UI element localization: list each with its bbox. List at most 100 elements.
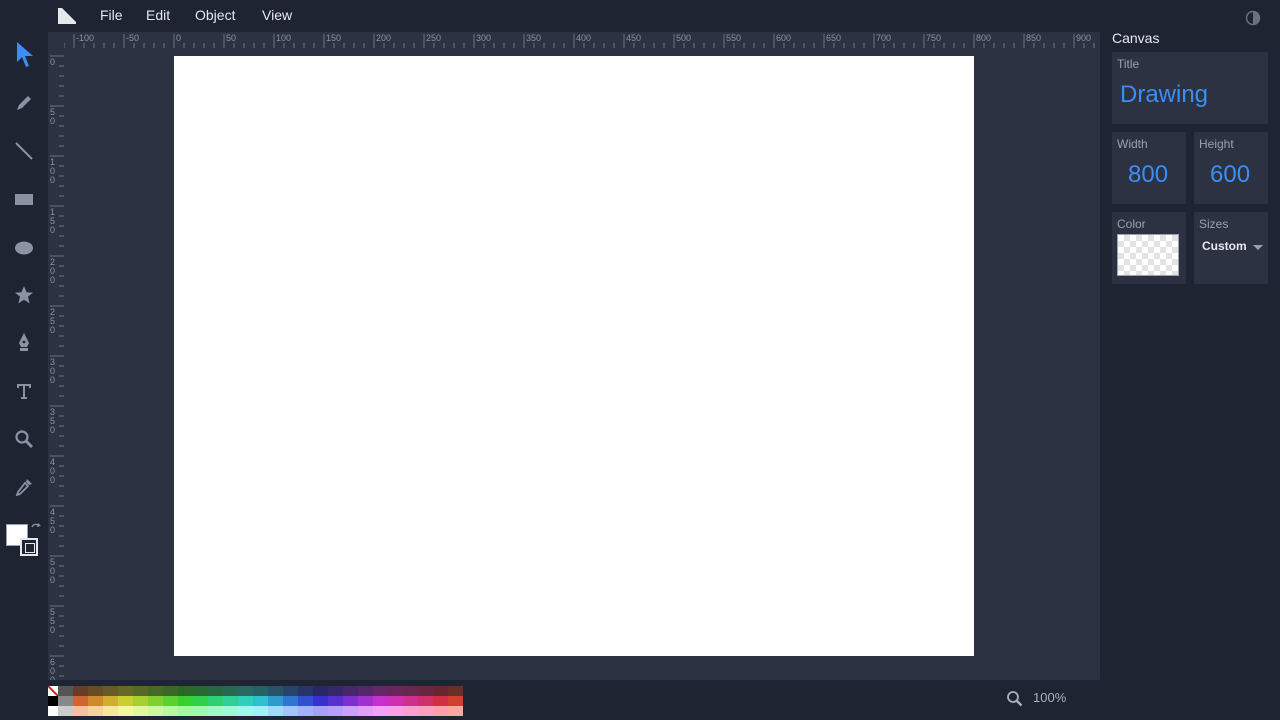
star-tool[interactable]	[10, 281, 38, 309]
zoom-value[interactable]: 100%	[1033, 690, 1066, 705]
palette-swatch[interactable]	[88, 706, 103, 716]
palette-swatch[interactable]	[193, 686, 208, 696]
palette-swatch[interactable]	[343, 706, 358, 716]
palette-swatch[interactable]	[373, 686, 388, 696]
palette-swatch[interactable]	[133, 706, 148, 716]
eyedropper-tool[interactable]	[10, 473, 38, 501]
palette-swatch[interactable]	[358, 686, 373, 696]
palette-swatch[interactable]	[343, 686, 358, 696]
palette-swatch[interactable]	[238, 706, 253, 716]
color-field[interactable]: Color	[1112, 212, 1186, 284]
title-value[interactable]: Drawing	[1120, 81, 1208, 109]
sizes-field[interactable]: Sizes Custom	[1194, 212, 1268, 284]
rectangle-tool[interactable]	[10, 186, 38, 214]
palette-swatch-grid[interactable]	[58, 686, 463, 716]
palette-swatch[interactable]	[163, 696, 178, 706]
palette-swatch[interactable]	[103, 686, 118, 696]
palette-swatch[interactable]	[388, 696, 403, 706]
palette-swatch[interactable]	[283, 706, 298, 716]
palette-swatch[interactable]	[73, 686, 88, 696]
palette-swatch[interactable]	[403, 686, 418, 696]
palette-swatch[interactable]	[268, 686, 283, 696]
menu-object[interactable]: Object	[195, 7, 235, 23]
palette-swatch[interactable]	[313, 706, 328, 716]
select-tool[interactable]	[10, 40, 38, 68]
ellipse-tool[interactable]	[10, 234, 38, 262]
palette-swatch[interactable]	[253, 706, 268, 716]
stroke-color-swatch[interactable]	[20, 538, 38, 556]
palette-swatch[interactable]	[433, 686, 448, 696]
workarea[interactable]: -100 -50 0 50 100 150 200 250 300 350 400 450 500 550…	[48, 32, 1100, 680]
pen-tool[interactable]	[10, 328, 38, 356]
menu-edit[interactable]: Edit	[146, 7, 170, 23]
palette-swatch[interactable]	[283, 686, 298, 696]
palette-swatch[interactable]	[268, 696, 283, 706]
palette-swatch[interactable]	[358, 696, 373, 706]
palette-swatch[interactable]	[238, 696, 253, 706]
palette-swatch[interactable]	[418, 696, 433, 706]
palette-swatch[interactable]	[328, 706, 343, 716]
palette-swatch[interactable]	[208, 696, 223, 706]
palette-swatch[interactable]	[418, 706, 433, 716]
palette-swatch[interactable]	[388, 686, 403, 696]
chevron-down-icon[interactable]	[1253, 245, 1263, 250]
palette-swatch[interactable]	[418, 686, 433, 696]
palette-swatch[interactable]	[373, 706, 388, 716]
palette-swatch[interactable]	[253, 696, 268, 706]
palette-swatch[interactable]	[178, 686, 193, 696]
height-value[interactable]: 600	[1210, 161, 1250, 189]
palette-swatch[interactable]	[103, 696, 118, 706]
width-value[interactable]: 800	[1128, 161, 1168, 189]
palette-swatch[interactable]	[448, 706, 463, 716]
palette-swatch[interactable]	[178, 696, 193, 706]
palette-swatch[interactable]	[433, 706, 448, 716]
canvas-color-preview[interactable]	[1117, 234, 1179, 276]
line-tool[interactable]	[10, 137, 38, 165]
palette-swatch[interactable]	[148, 696, 163, 706]
palette-swatch[interactable]	[148, 706, 163, 716]
palette-swatch[interactable]	[328, 686, 343, 696]
drawing-canvas[interactable]	[174, 56, 974, 656]
palette-swatch[interactable]	[238, 686, 253, 696]
palette-swatch[interactable]	[118, 706, 133, 716]
palette-white-swatch[interactable]	[48, 706, 58, 716]
palette-swatch[interactable]	[223, 686, 238, 696]
palette-swatch[interactable]	[118, 696, 133, 706]
palette-swatch[interactable]	[358, 706, 373, 716]
text-tool[interactable]	[10, 377, 38, 405]
palette-swatch[interactable]	[73, 696, 88, 706]
palette-swatch[interactable]	[73, 706, 88, 716]
palette-swatch[interactable]	[163, 686, 178, 696]
palette-swatch[interactable]	[448, 686, 463, 696]
zoom-tool[interactable]	[10, 425, 38, 453]
palette-none-swatch[interactable]	[48, 686, 58, 696]
palette-swatch[interactable]	[163, 706, 178, 716]
palette-swatch[interactable]	[178, 706, 193, 716]
palette-swatch[interactable]	[268, 706, 283, 716]
menu-file[interactable]: File	[100, 7, 123, 23]
palette-swatch[interactable]	[58, 706, 73, 716]
palette-swatch[interactable]	[313, 686, 328, 696]
palette-black-swatch[interactable]	[48, 696, 58, 706]
palette-swatch[interactable]	[208, 706, 223, 716]
palette-swatch[interactable]	[118, 686, 133, 696]
palette-swatch[interactable]	[298, 686, 313, 696]
palette-swatch[interactable]	[223, 706, 238, 716]
palette-swatch[interactable]	[88, 696, 103, 706]
palette-swatch[interactable]	[433, 696, 448, 706]
palette-swatch[interactable]	[298, 706, 313, 716]
palette-swatch[interactable]	[328, 696, 343, 706]
palette-swatch[interactable]	[343, 696, 358, 706]
palette-swatch[interactable]	[403, 696, 418, 706]
swap-colors-icon[interactable]	[30, 522, 42, 534]
height-field[interactable]: Height 600	[1194, 132, 1268, 204]
palette-swatch[interactable]	[133, 696, 148, 706]
palette-swatch[interactable]	[448, 696, 463, 706]
palette-swatch[interactable]	[193, 696, 208, 706]
palette-swatch[interactable]	[388, 706, 403, 716]
palette-swatch[interactable]	[133, 686, 148, 696]
palette-swatch[interactable]	[58, 686, 73, 696]
palette-swatch[interactable]	[403, 706, 418, 716]
palette-swatch[interactable]	[313, 696, 328, 706]
palette-swatch[interactable]	[298, 696, 313, 706]
